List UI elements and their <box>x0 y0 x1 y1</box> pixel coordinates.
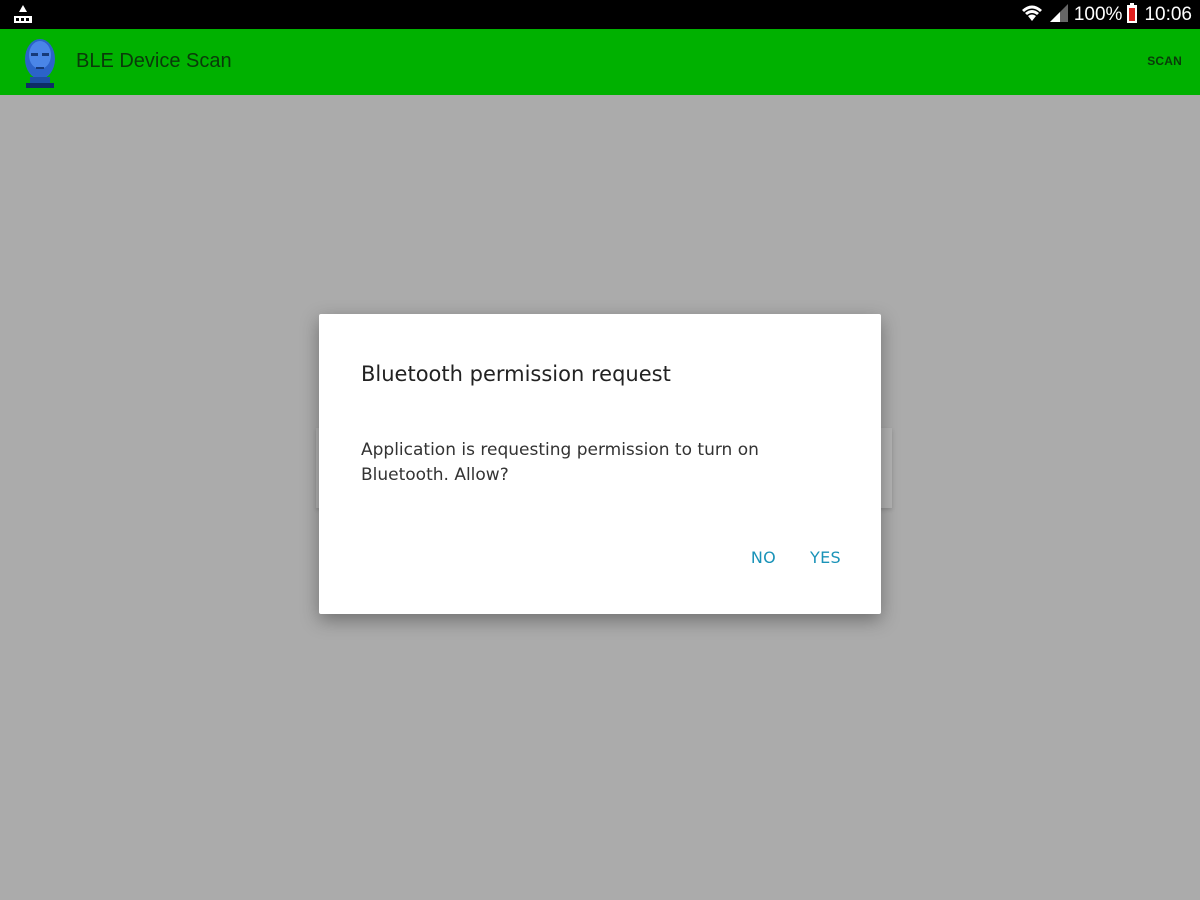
cell-signal-icon <box>1048 2 1070 28</box>
dialog-buttons: NO YES <box>751 548 841 567</box>
status-bar: 100% 10:06 <box>0 0 1200 29</box>
clock: 10:06 <box>1144 3 1192 25</box>
notification-icon <box>12 3 34 27</box>
scan-button[interactable]: SCAN <box>1147 54 1182 68</box>
wifi-icon <box>1020 2 1044 28</box>
bluetooth-permission-dialog: Bluetooth permission request Application… <box>319 314 881 614</box>
dialog-title: Bluetooth permission request <box>361 362 671 386</box>
battery-charging-icon <box>1126 2 1138 28</box>
status-icons: 100% 10:06 <box>1020 0 1192 29</box>
battery-percentage: 100% <box>1073 3 1123 25</box>
app-title: BLE Device Scan <box>76 50 232 72</box>
yes-button[interactable]: YES <box>810 548 841 567</box>
dialog-message: Application is requesting permission to … <box>361 440 759 485</box>
no-button[interactable]: NO <box>751 548 776 567</box>
app-head-icon <box>20 37 60 89</box>
action-bar: BLE Device Scan SCAN <box>0 29 1200 95</box>
